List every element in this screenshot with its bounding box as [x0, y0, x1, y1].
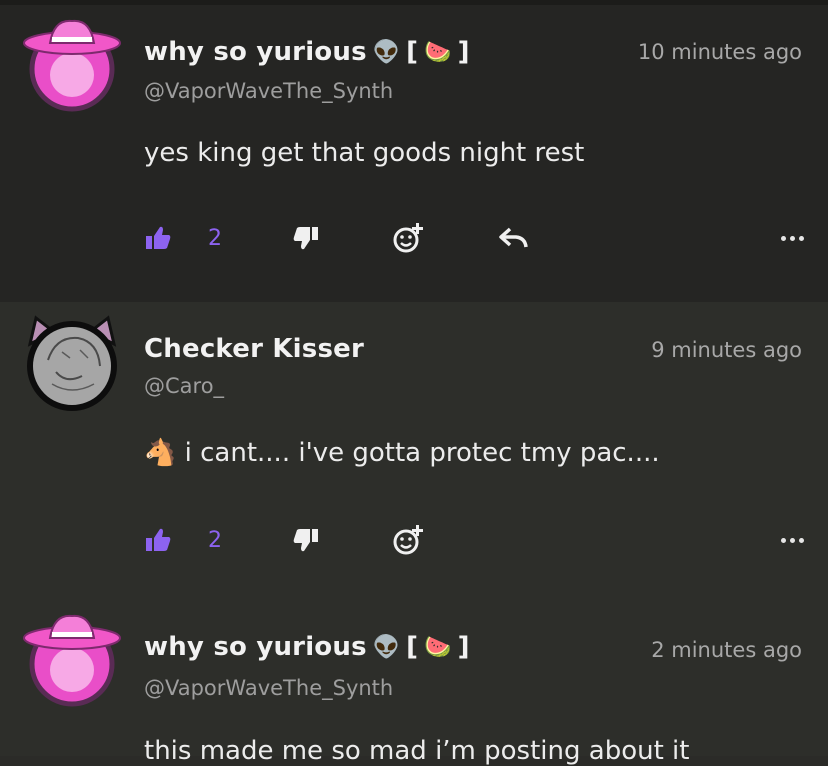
timestamp: 10 minutes ago [637, 40, 802, 64]
comment-text: this made me so mad i’m posting about it [144, 736, 690, 766]
thumbs-up-icon [146, 528, 171, 551]
author-handle[interactable]: @VaporWaveThe_Synth [144, 676, 393, 700]
author-name[interactable]: Checker Kisser [144, 334, 364, 364]
add-reaction-icon [393, 223, 423, 253]
watermelon-icon: 🍉 [424, 39, 452, 65]
author-row: why so yurious 👽 [ 🍉 ] [144, 37, 470, 67]
more-options-button[interactable] [781, 218, 804, 258]
alien-face-icon: 👽 [372, 634, 401, 660]
comment-text: i cant.... i've gotta protec tmy pac.... [184, 438, 660, 468]
comment-post: why so yurious 👽 [ 🍉 ] @VaporWaveThe_Syn… [0, 5, 828, 302]
timestamp: 2 minutes ago [651, 638, 802, 662]
alien-face-icon: 👽 [372, 39, 401, 65]
like-count: 2 [208, 527, 222, 553]
add-reaction-button[interactable] [392, 520, 426, 560]
more-options-button[interactable] [781, 520, 804, 560]
like-button[interactable] [144, 520, 172, 560]
watermelon-icon: 🍉 [424, 634, 452, 660]
dislike-button[interactable] [292, 218, 320, 258]
like-count: 2 [208, 225, 222, 251]
action-bar: 2 [144, 520, 804, 560]
author-row: Checker Kisser [144, 334, 364, 364]
comment-body: 🐴 i cant.... i've gotta protec tmy pac..… [144, 438, 660, 468]
avatar[interactable] [22, 314, 122, 414]
comment-post: Checker Kisser @Caro_ 9 minutes ago 🐴 i … [0, 302, 828, 592]
add-reaction-button[interactable] [392, 218, 426, 258]
like-button[interactable] [144, 218, 172, 258]
thumbs-up-icon [146, 226, 171, 249]
timestamp: 9 minutes ago [651, 338, 802, 362]
action-bar: 2 [144, 218, 804, 258]
more-icon [781, 537, 786, 543]
author-row: why so yurious 👽 [ 🍉 ] [144, 632, 470, 662]
dislike-button[interactable] [292, 520, 320, 560]
reply-icon [499, 227, 528, 248]
bracket-close: ] [457, 37, 470, 67]
bracket-close: ] [457, 632, 470, 662]
horse-icon: 🐴 [144, 438, 177, 468]
comment-text: yes king get that goods night rest [144, 138, 585, 168]
comment-post: why so yurious 👽 [ 🍉 ] @VaporWaveThe_Syn… [0, 592, 828, 766]
reply-button[interactable] [498, 218, 528, 258]
bracket-open: [ [406, 37, 419, 67]
bracket-open: [ [406, 632, 419, 662]
thumbs-down-icon [293, 529, 318, 552]
add-reaction-icon [393, 525, 423, 555]
avatar[interactable] [22, 13, 122, 113]
author-handle[interactable]: @Caro_ [144, 374, 224, 398]
more-icon [781, 235, 786, 241]
author-name[interactable]: why so yurious [144, 632, 367, 662]
author-handle[interactable]: @VaporWaveThe_Synth [144, 79, 393, 103]
author-name[interactable]: why so yurious [144, 37, 367, 67]
thumbs-down-icon [293, 227, 318, 250]
avatar[interactable] [22, 608, 122, 708]
